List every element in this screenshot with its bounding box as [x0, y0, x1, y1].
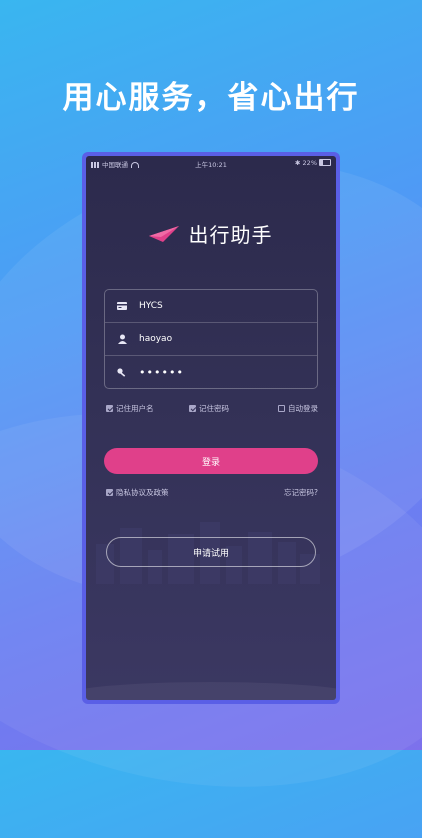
remember-username-label: 记住用户名 — [116, 404, 154, 413]
auto-login-option[interactable]: 自动登录 — [278, 403, 318, 414]
battery-icon — [319, 159, 331, 166]
paper-plane-icon — [149, 225, 180, 242]
company-field[interactable]: HYCS — [105, 290, 317, 323]
login-button[interactable]: 登录 — [104, 448, 318, 474]
bottom-wave-decoration — [86, 682, 336, 700]
remember-password-option[interactable]: 记住密码 — [189, 403, 229, 414]
privacy-link[interactable]: 隐私协议及政策 — [116, 487, 169, 498]
key-icon — [105, 368, 139, 377]
app-screen: 中国联通 上午10:21 ✱ 22% 出行助手 HYCS haoyao ••••… — [86, 156, 336, 700]
checkbox-checked-icon[interactable] — [106, 405, 113, 412]
checkbox-checked-icon[interactable] — [189, 405, 196, 412]
remember-username-option[interactable]: 记住用户名 — [106, 403, 154, 414]
privacy-option[interactable]: 隐私协议及政策 — [106, 487, 169, 498]
battery-percent: 22% — [302, 159, 317, 167]
checkbox-unchecked-icon[interactable] — [278, 405, 285, 412]
login-options: 记住用户名 记住密码 自动登录 — [106, 403, 318, 415]
checkbox-checked-icon[interactable] — [106, 489, 113, 496]
card-icon — [105, 302, 139, 310]
bluetooth-icon: ✱ — [295, 159, 301, 167]
status-right: ✱ 22% — [295, 159, 331, 167]
forgot-password-link[interactable]: 忘记密码? — [284, 487, 318, 498]
status-bar: 中国联通 上午10:21 ✱ 22% — [86, 156, 336, 170]
auto-login-label: 自动登录 — [288, 404, 318, 413]
username-input[interactable]: haoyao — [139, 334, 172, 344]
remember-password-label: 记住密码 — [199, 404, 229, 413]
user-icon — [105, 334, 139, 344]
app-name: 出行助手 — [188, 223, 273, 247]
privacy-row: 隐私协议及政策 忘记密码? — [106, 487, 318, 499]
username-field[interactable]: haoyao — [105, 323, 317, 356]
phone-frame: 中国联通 上午10:21 ✱ 22% 出行助手 HYCS haoyao ••••… — [82, 152, 340, 704]
apply-trial-button[interactable]: 申请试用 — [106, 537, 316, 567]
company-input[interactable]: HYCS — [139, 301, 163, 311]
password-field[interactable]: •••••• — [105, 356, 317, 389]
password-input[interactable]: •••••• — [139, 366, 184, 379]
login-form: HYCS haoyao •••••• — [104, 289, 318, 389]
app-logo: 出行助手 — [86, 219, 336, 248]
marketing-headline: 用心服务，省心出行 — [62, 80, 360, 116]
